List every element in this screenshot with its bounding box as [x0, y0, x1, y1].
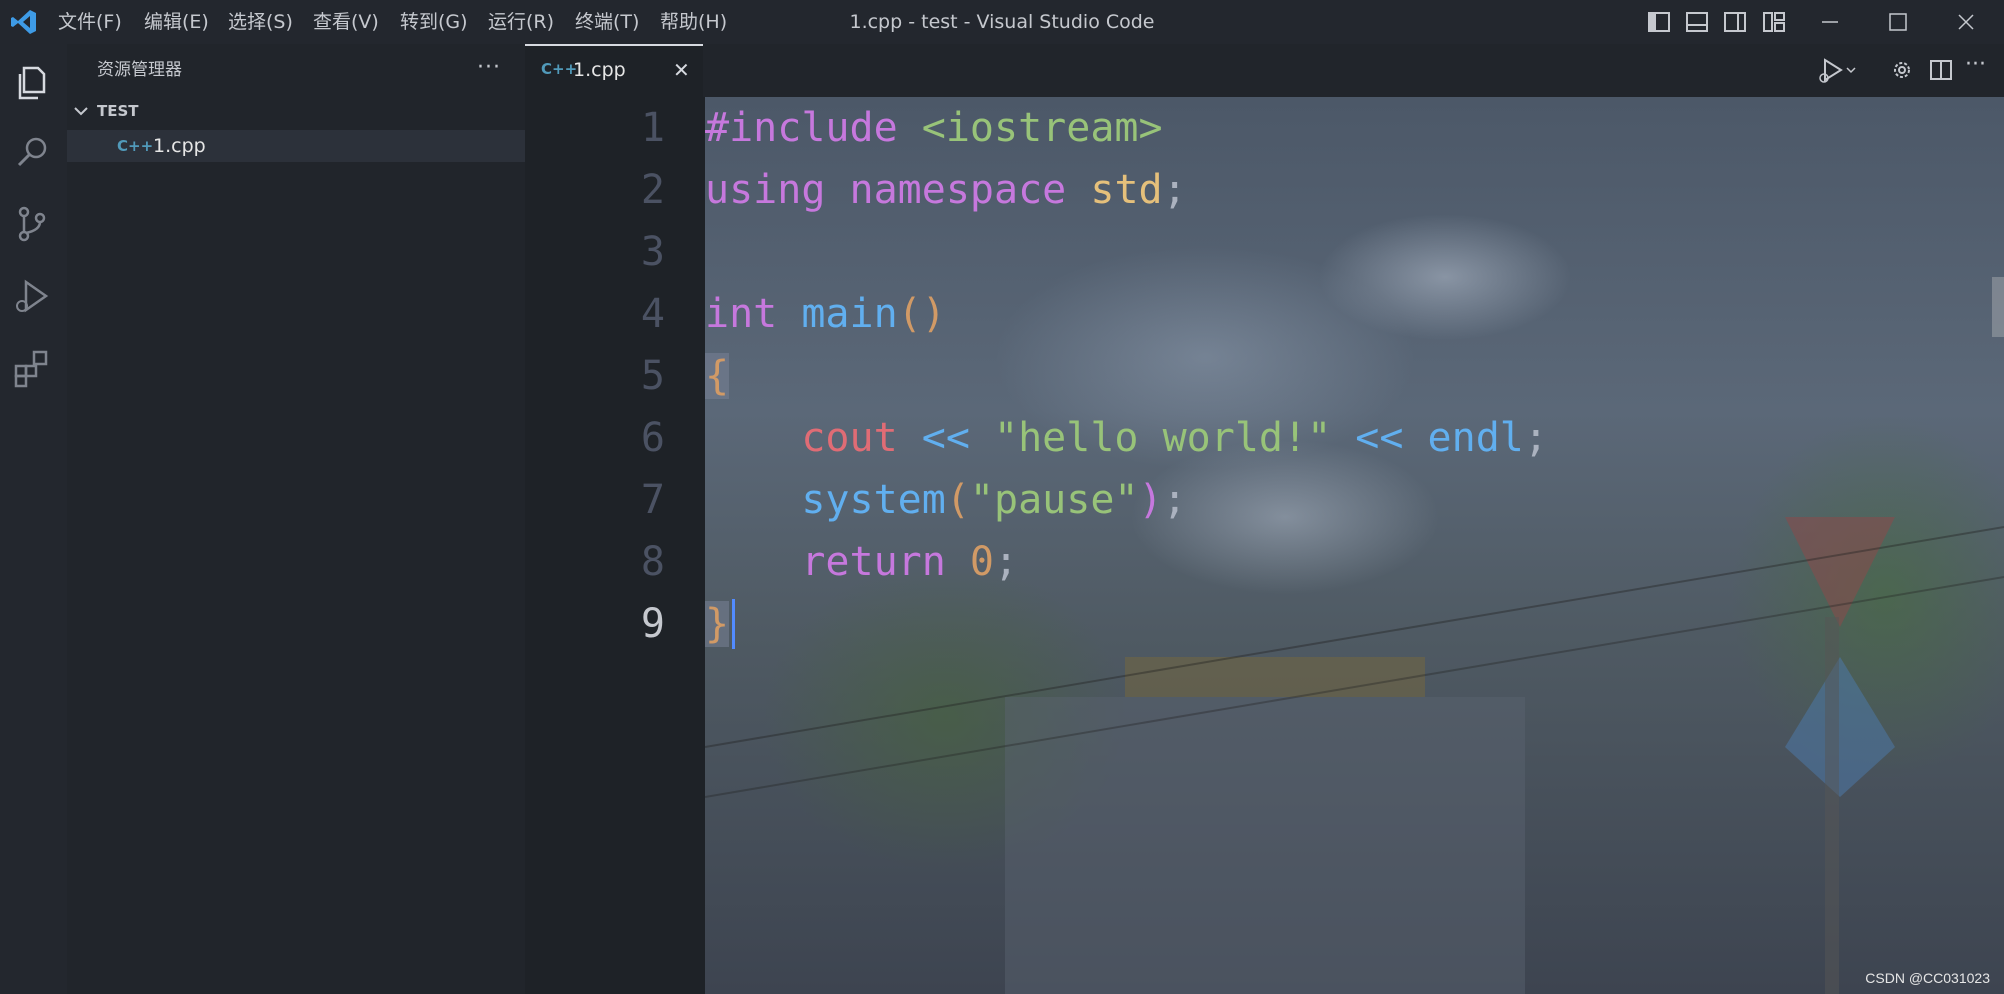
- run-code-icon[interactable]: [1817, 56, 1857, 84]
- parentheses: (): [897, 291, 946, 337]
- menu-terminal[interactable]: 终端(T): [575, 0, 639, 44]
- extensions-icon[interactable]: [10, 346, 54, 390]
- customize-layout-icon[interactable]: [1763, 12, 1785, 32]
- keyword-return: return: [801, 539, 946, 585]
- keyword-using: using: [705, 167, 826, 213]
- open-brace: {: [705, 353, 730, 399]
- code-line-5: {: [705, 345, 730, 407]
- line-number: 4: [640, 291, 665, 337]
- folder-header-test[interactable]: TEST: [67, 96, 525, 126]
- function-main: main: [801, 291, 898, 337]
- split-editor-icon[interactable]: [1929, 58, 1953, 82]
- keyword-namespace: namespace: [849, 167, 1067, 213]
- explorer-title: 资源管理器: [97, 60, 182, 80]
- maximize-icon[interactable]: [1888, 12, 1908, 32]
- line-number-active: 9: [640, 601, 665, 647]
- run-debug-icon[interactable]: [10, 274, 54, 318]
- tab-label: 1.cpp: [573, 59, 626, 81]
- function-system: system: [801, 477, 946, 523]
- activity-bar: [0, 44, 67, 994]
- code-line-4: int main(): [705, 283, 946, 345]
- menu-help[interactable]: 帮助(H): [660, 0, 727, 44]
- close-paren: ): [1138, 477, 1163, 523]
- include-header: <iostream>: [921, 105, 1163, 151]
- keyword-int: int: [705, 291, 778, 337]
- line-number: 2: [640, 167, 665, 213]
- tab-bar: C++ 1.cpp ✕ ···: [525, 44, 2004, 97]
- close-tab-icon[interactable]: ✕: [673, 58, 690, 82]
- code-line-2: using namespace std;: [705, 159, 1187, 221]
- code-line-7: system("pause");: [705, 469, 1187, 531]
- cpp-file-icon: C++: [541, 60, 578, 78]
- menu-go[interactable]: 转到(G): [400, 0, 468, 44]
- operator-insert: <<: [921, 415, 970, 461]
- toggle-secondary-sidebar-icon[interactable]: [1724, 12, 1746, 32]
- tab-1cpp[interactable]: C++ 1.cpp ✕: [525, 44, 703, 97]
- explorer-sidebar: 资源管理器 ··· TEST C++ 1.cpp: [67, 44, 525, 994]
- operator-insert: <<: [1355, 415, 1404, 461]
- close-brace: }: [705, 601, 730, 647]
- code-editor[interactable]: 1 2 3 4 5 6 7 8 9 #include <iostream> us…: [525, 97, 2004, 994]
- line-number: 8: [640, 539, 665, 585]
- gear-icon[interactable]: [1890, 58, 1914, 82]
- semicolon: ;: [1162, 167, 1187, 213]
- line-number: 3: [640, 229, 665, 275]
- semicolon: ;: [1523, 415, 1548, 461]
- string-literal: "pause": [969, 477, 1139, 523]
- preprocessor-directive: #include: [705, 105, 898, 151]
- minimize-icon[interactable]: [1820, 12, 1840, 32]
- watermark-text: CSDN @CC031023: [1865, 970, 1990, 986]
- explorer-icon[interactable]: [10, 60, 54, 104]
- line-number: 6: [640, 415, 665, 461]
- toggle-panel-icon[interactable]: [1686, 12, 1708, 32]
- open-paren: (: [945, 477, 970, 523]
- editor-more-actions-icon[interactable]: ···: [1965, 52, 1986, 77]
- search-icon[interactable]: [10, 130, 54, 174]
- string-literal: "hello world!": [994, 415, 1332, 461]
- menu-edit[interactable]: 编辑(E): [144, 0, 209, 44]
- text-cursor: [732, 599, 735, 649]
- line-number-gutter: 1 2 3 4 5 6 7 8 9: [525, 97, 705, 994]
- vertical-scrollbar[interactable]: [1992, 277, 2004, 337]
- menu-run[interactable]: 运行(R): [488, 0, 554, 44]
- line-number: 7: [640, 477, 665, 523]
- identifier-cout: cout: [801, 415, 898, 461]
- number-literal: 0: [969, 539, 995, 585]
- code-line-9: }: [705, 593, 735, 655]
- more-actions-button[interactable]: ···: [477, 44, 501, 96]
- menu-selection[interactable]: 选择(S): [228, 0, 293, 44]
- menu-view[interactable]: 查看(V): [313, 0, 379, 44]
- source-control-icon[interactable]: [10, 202, 54, 246]
- vscode-logo-icon: [10, 8, 38, 36]
- chevron-down-icon: [73, 103, 89, 119]
- close-window-icon[interactable]: [1956, 12, 1976, 32]
- title-bar: 文件(F) 编辑(E) 选择(S) 查看(V) 转到(G) 运行(R) 终端(T…: [0, 0, 2004, 44]
- namespace-std: std: [1090, 167, 1163, 213]
- cpp-file-icon: C++: [117, 137, 154, 155]
- semicolon: ;: [994, 539, 1019, 585]
- code-line-8: return 0;: [705, 531, 1018, 593]
- menu-file[interactable]: 文件(F): [58, 0, 122, 44]
- folder-name: TEST: [97, 102, 139, 120]
- toggle-primary-sidebar-icon[interactable]: [1648, 12, 1670, 32]
- identifier-endl: endl: [1427, 415, 1524, 461]
- code-line-1: #include <iostream>: [705, 97, 1163, 159]
- line-number: 1: [640, 105, 665, 151]
- code-line-6: cout << "hello world!" << endl;: [705, 407, 1548, 469]
- semicolon: ;: [1162, 477, 1187, 523]
- file-item-1cpp[interactable]: C++ 1.cpp: [67, 130, 525, 162]
- file-name: 1.cpp: [153, 135, 206, 157]
- line-number: 5: [640, 353, 665, 399]
